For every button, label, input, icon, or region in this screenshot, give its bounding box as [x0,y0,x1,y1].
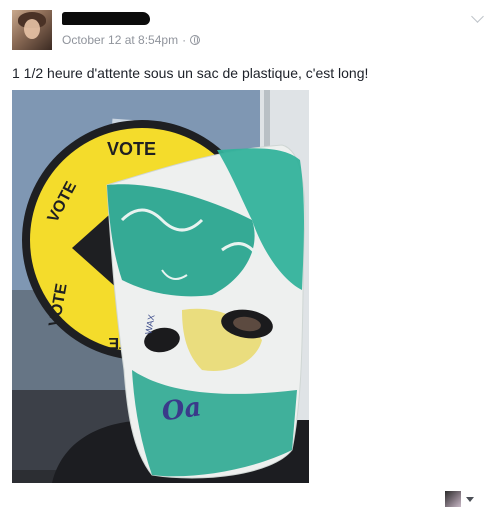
photo-illustration: VOTE VOTE VOTE VOTE Oa WAX [12,90,309,483]
meta-separator: · [182,33,187,47]
author-name-redacted[interactable] [62,12,150,25]
author-avatar[interactable] [12,10,52,50]
post-text: 1 1/2 heure d'attente sous un sac de pla… [12,65,369,81]
feed-post: October 12 at 8:54pm · 1 1/2 heure d'att… [0,0,492,515]
avatar-face [24,19,40,39]
post-timestamp[interactable]: October 12 at 8:54pm [62,33,178,47]
post-photo[interactable]: VOTE VOTE VOTE VOTE Oa WAX [12,90,309,483]
caret-down-icon[interactable] [466,497,474,502]
post-meta: October 12 at 8:54pm · [62,32,201,48]
bag-logo-text: Oa [160,392,203,427]
sign-word-top: VOTE [107,139,156,159]
avatar-thumbnail[interactable] [445,491,461,507]
globe-icon[interactable] [190,35,201,45]
chevron-down-icon[interactable] [471,10,484,23]
